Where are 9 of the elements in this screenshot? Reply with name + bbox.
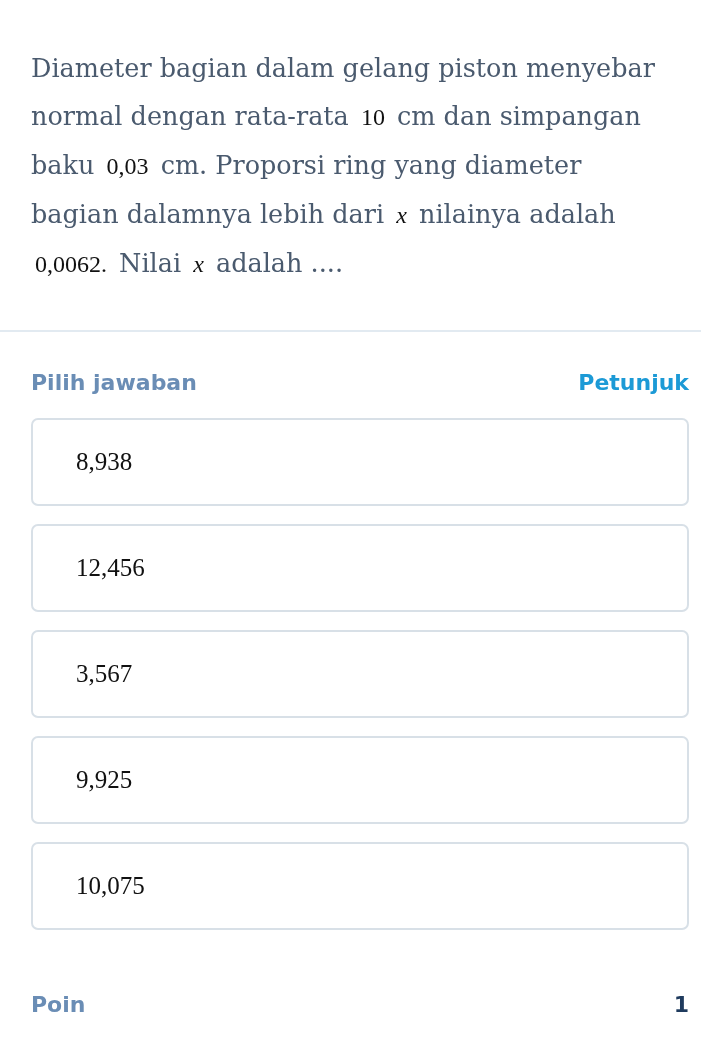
answer-option[interactable]: 9,925 (31, 736, 689, 824)
points-value: 1 (673, 991, 689, 1017)
answer-option[interactable]: 3,567 (31, 630, 689, 718)
answer-option[interactable]: 8,938 (31, 418, 689, 506)
question-text: Diameter bagian dalam gelang piston menyebar normal dengan rata-rata 10 cm dan simpangan baku 0,03 cm. Proporsi ring yang diameter bagian dalamnya lebih dari x nilainya adalah 0,0062. Nilai x adalah .... (30, 52, 656, 280)
points-label: Poin (31, 991, 86, 1017)
answer-option[interactable]: 10,075 (31, 842, 689, 930)
answer-option[interactable]: 12,456 (31, 524, 689, 612)
answer-heading: Pilih jawaban (31, 369, 197, 395)
